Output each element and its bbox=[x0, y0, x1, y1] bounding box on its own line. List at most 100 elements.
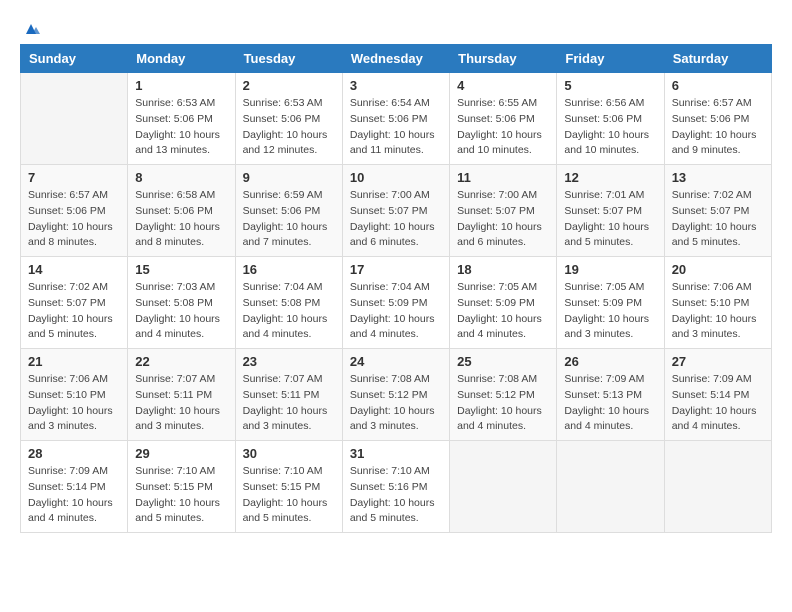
day-info: Sunrise: 7:04 AM Sunset: 5:09 PM Dayligh… bbox=[350, 280, 442, 343]
calendar-cell: 13 Sunrise: 7:02 AM Sunset: 5:07 PM Dayli… bbox=[664, 165, 771, 257]
day-info: Sunrise: 7:00 AM Sunset: 5:07 PM Dayligh… bbox=[457, 188, 549, 251]
calendar-header-thursday: Thursday bbox=[450, 45, 557, 73]
calendar-header-wednesday: Wednesday bbox=[342, 45, 449, 73]
logo bbox=[20, 20, 40, 34]
day-info: Sunrise: 7:02 AM Sunset: 5:07 PM Dayligh… bbox=[28, 280, 120, 343]
calendar-cell: 21 Sunrise: 7:06 AM Sunset: 5:10 PM Dayli… bbox=[21, 349, 128, 441]
day-number: 28 bbox=[28, 446, 120, 461]
calendar-header-row: SundayMondayTuesdayWednesdayThursdayFrid… bbox=[21, 45, 772, 73]
day-info: Sunrise: 7:06 AM Sunset: 5:10 PM Dayligh… bbox=[672, 280, 764, 343]
calendar-header-tuesday: Tuesday bbox=[235, 45, 342, 73]
calendar-header-friday: Friday bbox=[557, 45, 664, 73]
day-number: 16 bbox=[243, 262, 335, 277]
calendar-cell: 18Sunrise: 7:05 AM Sunset: 5:09 PM Dayli… bbox=[450, 257, 557, 349]
day-info: Sunrise: 7:07 AM Sunset: 5:11 PM Dayligh… bbox=[135, 372, 227, 435]
day-number: 29 bbox=[135, 446, 227, 461]
day-info: Sunrise: 7:09 AM Sunset: 5:13 PM Dayligh… bbox=[564, 372, 656, 435]
calendar-cell: 31 Sunrise: 7:10 AM Sunset: 5:16 PM Dayli… bbox=[342, 441, 449, 533]
day-number: 25 bbox=[457, 354, 549, 369]
day-number: 2 bbox=[243, 78, 335, 93]
day-info: Sunrise: 7:09 AM Sunset: 5:14 PM Dayligh… bbox=[28, 464, 120, 527]
day-number: 7 bbox=[28, 170, 120, 185]
calendar-cell bbox=[664, 441, 771, 533]
day-number: 3 bbox=[350, 78, 442, 93]
day-info: Sunrise: 7:09 AM Sunset: 5:14 PM Dayligh… bbox=[672, 372, 764, 435]
day-number: 4 bbox=[457, 78, 549, 93]
calendar-cell bbox=[557, 441, 664, 533]
calendar-week-row: 14 Sunrise: 7:02 AM Sunset: 5:07 PM Dayli… bbox=[21, 257, 772, 349]
day-info: Sunrise: 7:10 AM Sunset: 5:16 PM Dayligh… bbox=[350, 464, 442, 527]
logo-triangle-icon bbox=[22, 20, 40, 38]
calendar-cell: 20 Sunrise: 7:06 AM Sunset: 5:10 PM Dayli… bbox=[664, 257, 771, 349]
day-info: Sunrise: 6:58 AM Sunset: 5:06 PM Dayligh… bbox=[135, 188, 227, 251]
calendar-cell bbox=[21, 73, 128, 165]
calendar-cell: 2 Sunrise: 6:53 AM Sunset: 5:06 PM Daylig… bbox=[235, 73, 342, 165]
day-info: Sunrise: 6:56 AM Sunset: 5:06 PM Dayligh… bbox=[564, 96, 656, 159]
day-info: Sunrise: 7:01 AM Sunset: 5:07 PM Dayligh… bbox=[564, 188, 656, 251]
day-info: Sunrise: 7:04 AM Sunset: 5:08 PM Dayligh… bbox=[243, 280, 335, 343]
calendar-cell: 30 Sunrise: 7:10 AM Sunset: 5:15 PM Dayli… bbox=[235, 441, 342, 533]
calendar-table: SundayMondayTuesdayWednesdayThursdayFrid… bbox=[20, 44, 772, 533]
day-number: 15 bbox=[135, 262, 227, 277]
calendar-cell: 4 Sunrise: 6:55 AM Sunset: 5:06 PM Daylig… bbox=[450, 73, 557, 165]
calendar-cell: 15Sunrise: 7:03 AM Sunset: 5:08 PM Dayli… bbox=[128, 257, 235, 349]
day-info: Sunrise: 6:59 AM Sunset: 5:06 PM Dayligh… bbox=[243, 188, 335, 251]
day-info: Sunrise: 7:05 AM Sunset: 5:09 PM Dayligh… bbox=[564, 280, 656, 343]
calendar-cell: 6 Sunrise: 6:57 AM Sunset: 5:06 PM Daylig… bbox=[664, 73, 771, 165]
calendar-cell: 10Sunrise: 7:00 AM Sunset: 5:07 PM Dayli… bbox=[342, 165, 449, 257]
day-number: 9 bbox=[243, 170, 335, 185]
calendar-cell: 17Sunrise: 7:04 AM Sunset: 5:09 PM Dayli… bbox=[342, 257, 449, 349]
calendar-header-monday: Monday bbox=[128, 45, 235, 73]
day-number: 24 bbox=[350, 354, 442, 369]
calendar-cell: 29 Sunrise: 7:10 AM Sunset: 5:15 PM Dayli… bbox=[128, 441, 235, 533]
calendar-cell: 14 Sunrise: 7:02 AM Sunset: 5:07 PM Dayli… bbox=[21, 257, 128, 349]
calendar-cell: 24 Sunrise: 7:08 AM Sunset: 5:12 PM Dayli… bbox=[342, 349, 449, 441]
day-number: 30 bbox=[243, 446, 335, 461]
day-number: 12 bbox=[564, 170, 656, 185]
day-number: 1 bbox=[135, 78, 227, 93]
day-number: 13 bbox=[672, 170, 764, 185]
day-info: Sunrise: 7:02 AM Sunset: 5:07 PM Dayligh… bbox=[672, 188, 764, 251]
calendar-cell: 12 Sunrise: 7:01 AM Sunset: 5:07 PM Dayli… bbox=[557, 165, 664, 257]
calendar-cell: 11 Sunrise: 7:00 AM Sunset: 5:07 PM Dayli… bbox=[450, 165, 557, 257]
day-number: 21 bbox=[28, 354, 120, 369]
day-info: Sunrise: 6:54 AM Sunset: 5:06 PM Dayligh… bbox=[350, 96, 442, 159]
calendar-cell: 3 Sunrise: 6:54 AM Sunset: 5:06 PM Daylig… bbox=[342, 73, 449, 165]
calendar-cell: 23 Sunrise: 7:07 AM Sunset: 5:11 PM Dayli… bbox=[235, 349, 342, 441]
calendar-header-sunday: Sunday bbox=[21, 45, 128, 73]
day-info: Sunrise: 7:06 AM Sunset: 5:10 PM Dayligh… bbox=[28, 372, 120, 435]
day-number: 11 bbox=[457, 170, 549, 185]
calendar-header-saturday: Saturday bbox=[664, 45, 771, 73]
day-number: 19 bbox=[564, 262, 656, 277]
calendar-cell: 27Sunrise: 7:09 AM Sunset: 5:14 PM Dayli… bbox=[664, 349, 771, 441]
calendar-cell: 22Sunrise: 7:07 AM Sunset: 5:11 PM Dayli… bbox=[128, 349, 235, 441]
calendar-week-row: 21 Sunrise: 7:06 AM Sunset: 5:10 PM Dayli… bbox=[21, 349, 772, 441]
day-number: 20 bbox=[672, 262, 764, 277]
day-info: Sunrise: 7:10 AM Sunset: 5:15 PM Dayligh… bbox=[243, 464, 335, 527]
day-info: Sunrise: 6:55 AM Sunset: 5:06 PM Dayligh… bbox=[457, 96, 549, 159]
header bbox=[20, 20, 772, 34]
day-number: 31 bbox=[350, 446, 442, 461]
calendar-cell bbox=[450, 441, 557, 533]
day-info: Sunrise: 6:57 AM Sunset: 5:06 PM Dayligh… bbox=[672, 96, 764, 159]
day-info: Sunrise: 6:57 AM Sunset: 5:06 PM Dayligh… bbox=[28, 188, 120, 251]
day-number: 23 bbox=[243, 354, 335, 369]
calendar-cell: 8 Sunrise: 6:58 AM Sunset: 5:06 PM Daylig… bbox=[128, 165, 235, 257]
day-info: Sunrise: 7:00 AM Sunset: 5:07 PM Dayligh… bbox=[350, 188, 442, 251]
day-info: Sunrise: 7:10 AM Sunset: 5:15 PM Dayligh… bbox=[135, 464, 227, 527]
calendar-cell: 9 Sunrise: 6:59 AM Sunset: 5:06 PM Daylig… bbox=[235, 165, 342, 257]
day-number: 26 bbox=[564, 354, 656, 369]
day-number: 6 bbox=[672, 78, 764, 93]
calendar-week-row: 7 Sunrise: 6:57 AM Sunset: 5:06 PM Daylig… bbox=[21, 165, 772, 257]
calendar-week-row: 28 Sunrise: 7:09 AM Sunset: 5:14 PM Dayli… bbox=[21, 441, 772, 533]
calendar-week-row: 1 Sunrise: 6:53 AM Sunset: 5:06 PM Daylig… bbox=[21, 73, 772, 165]
day-info: Sunrise: 7:08 AM Sunset: 5:12 PM Dayligh… bbox=[350, 372, 442, 435]
day-number: 8 bbox=[135, 170, 227, 185]
calendar-cell: 26 Sunrise: 7:09 AM Sunset: 5:13 PM Dayli… bbox=[557, 349, 664, 441]
day-info: Sunrise: 7:07 AM Sunset: 5:11 PM Dayligh… bbox=[243, 372, 335, 435]
calendar-cell: 1Sunrise: 6:53 AM Sunset: 5:06 PM Daylig… bbox=[128, 73, 235, 165]
calendar-cell: 16 Sunrise: 7:04 AM Sunset: 5:08 PM Dayli… bbox=[235, 257, 342, 349]
day-info: Sunrise: 6:53 AM Sunset: 5:06 PM Dayligh… bbox=[243, 96, 335, 159]
day-info: Sunrise: 7:08 AM Sunset: 5:12 PM Dayligh… bbox=[457, 372, 549, 435]
day-number: 14 bbox=[28, 262, 120, 277]
